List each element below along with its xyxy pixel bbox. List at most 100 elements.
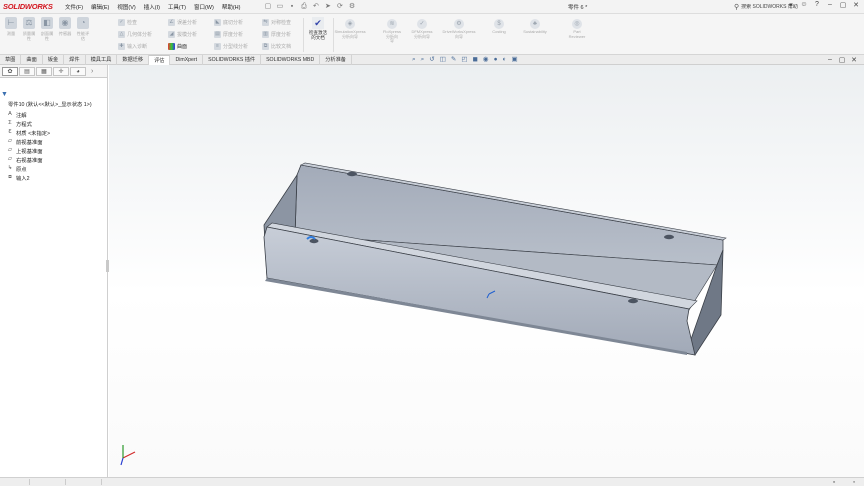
compare-documents-button[interactable]: ⧉ 比较文档: [262, 41, 291, 51]
dfmxpress-button[interactable]: ✓ DFMXpress 分析向导: [407, 19, 437, 39]
mounting-hole[interactable]: [628, 298, 638, 304]
tab-evaluate[interactable]: 评估: [149, 55, 171, 65]
tree-item-top-plane[interactable]: ▱ 上视基准面: [0, 146, 108, 155]
dynamic-annotation-icon[interactable]: ✎: [451, 56, 456, 64]
thickness-analysis-button[interactable]: ▤ 厚度分析: [214, 29, 248, 39]
import-diagnostics-button[interactable]: ✚ 输入诊断: [118, 41, 152, 51]
zoom-to-fit-icon[interactable]: ⌕: [412, 56, 416, 64]
viewport-restore-icon[interactable]: ▢: [838, 56, 846, 64]
check-active-document-button[interactable]: ✔ 检查激活 的文档: [305, 17, 331, 40]
dimxpert-manager-tab-icon[interactable]: ✛: [53, 67, 69, 76]
tab-dimxpert[interactable]: DimXpert: [170, 55, 204, 65]
edit-appearance-icon[interactable]: ●: [494, 56, 498, 64]
tab-data-migration[interactable]: 数据迁移: [117, 55, 150, 65]
undo-icon[interactable]: ↶: [311, 2, 320, 11]
deviation-analysis-button[interactable]: ∠ 误差分析: [168, 17, 197, 27]
sheet-metal-channel-model[interactable]: [109, 65, 864, 477]
menu-tools[interactable]: 工具(T): [167, 3, 187, 11]
mounting-hole[interactable]: [347, 171, 357, 177]
parting-line-analysis-button[interactable]: ≡ 分型线分析: [214, 41, 248, 51]
viewport-minimize-icon[interactable]: –: [826, 56, 834, 64]
configuration-manager-tab-icon[interactable]: ▦: [36, 67, 52, 76]
menu-view[interactable]: 视图(V): [116, 3, 136, 11]
tree-item-annotations[interactable]: A 注解: [0, 110, 108, 119]
tab-solidworks-addins[interactable]: SOLIDWORKS 插件: [203, 55, 262, 65]
graphics-area[interactable]: [109, 65, 864, 477]
tree-root-part[interactable]: 零件10 (默认<<默认>_显示状态 1>): [0, 101, 108, 110]
symmetry-check-button[interactable]: ⇋ 对称检查: [262, 17, 291, 27]
units-icon[interactable]: ▫: [830, 479, 838, 486]
sensor-button[interactable]: ◉ 传感器: [56, 17, 74, 41]
feature-manager-tab-icon[interactable]: ✿: [2, 67, 18, 76]
costing-button[interactable]: $ Costing: [484, 19, 514, 35]
performance-evaluation-button[interactable]: ◔ 性能评 估: [74, 17, 92, 41]
undercut-analysis-button[interactable]: ◣ 底切分析: [214, 17, 248, 27]
tab-analysis-preparation[interactable]: 分析准备: [320, 55, 352, 65]
property-manager-tab-icon[interactable]: ▤: [19, 67, 35, 76]
dfm-icon: ✓: [417, 19, 427, 29]
tab-weldments[interactable]: 焊件: [64, 55, 86, 65]
print-icon[interactable]: ⎙: [299, 2, 308, 11]
select-arrow-icon[interactable]: ➤: [323, 2, 332, 11]
floxpress-button[interactable]: ≋ FloXpress 分析向 导: [377, 19, 407, 44]
tree-item-imported-body[interactable]: ⧈ 输入2: [0, 173, 108, 182]
tab-sheet-metal[interactable]: 钣金: [43, 55, 65, 65]
previous-view-icon[interactable]: ↺: [429, 56, 434, 64]
scene-icon[interactable]: ◐: [503, 56, 507, 64]
simulationxpress-button[interactable]: ◈ SimulationXpress 分析向导: [334, 19, 366, 39]
menu-insert[interactable]: 插入(I): [143, 3, 161, 11]
help-icon[interactable]: ?: [813, 1, 821, 9]
user-icon[interactable]: ☺: [800, 1, 808, 9]
tree-item-material[interactable]: ℇ 材质 <未指定>: [0, 128, 108, 137]
tab-surfaces[interactable]: 曲面: [21, 55, 43, 65]
display-manager-tab-icon[interactable]: ◕: [70, 67, 86, 76]
save-icon[interactable]: ▪: [287, 2, 296, 11]
section-properties-button[interactable]: ◧ 剖面属 性: [38, 17, 56, 41]
analysis-column-2: ◣ 底切分析 ▤ 厚度分析 ≡ 分型线分析: [214, 17, 248, 51]
search-dropdown-icon[interactable]: ▾: [787, 1, 795, 9]
mounting-hole[interactable]: [309, 238, 319, 244]
part-reviewer-button[interactable]: ◎ Part Reviewer: [562, 19, 592, 39]
viewport-close-icon[interactable]: ✕: [850, 56, 858, 64]
menu-help[interactable]: 帮助(H): [221, 3, 242, 11]
new-file-icon[interactable]: ▢: [263, 2, 272, 11]
measure-button[interactable]: ⊢ 测量: [2, 17, 20, 41]
solidworks-logo[interactable]: SOLIDWORKS: [0, 2, 53, 11]
tree-item-right-plane[interactable]: ▱ 右视基准面: [0, 155, 108, 164]
tree-item-equations[interactable]: Σ 方程式: [0, 119, 108, 128]
tree-item-front-plane[interactable]: ▱ 前视基准面: [0, 137, 108, 146]
curvature-button[interactable]: 曲面: [168, 41, 197, 51]
tab-solidworks-mbd[interactable]: SOLIDWORKS MBD: [261, 55, 321, 65]
notification-icon[interactable]: ◦: [850, 479, 858, 486]
menu-window[interactable]: 窗口(W): [193, 3, 215, 11]
display-style-icon[interactable]: ◼: [473, 56, 478, 64]
tab-mold-tools[interactable]: 模具工具: [86, 55, 118, 65]
tab-sketch[interactable]: 草图: [0, 55, 22, 65]
hide-show-items-icon[interactable]: ◉: [483, 56, 489, 64]
driveworksxpress-button[interactable]: ⚙ DriveWorksXpress 向导: [442, 19, 476, 39]
view-settings-icon[interactable]: ▣: [511, 56, 517, 64]
thickness-analysis-2-button[interactable]: ▥ 厚度分析: [262, 29, 291, 39]
view-orientation-icon[interactable]: ◰: [461, 56, 467, 64]
mass-properties-button[interactable]: ⚖ 质量属 性: [20, 17, 38, 41]
filter-icon[interactable]: ▼: [1, 91, 8, 98]
viewport-controls: – ▢ ✕: [826, 56, 858, 64]
menu-edit[interactable]: 编辑(E): [90, 3, 110, 11]
menu-file[interactable]: 文件(F): [64, 3, 84, 11]
zoom-to-area-icon[interactable]: ⌕: [421, 56, 425, 64]
open-folder-icon[interactable]: ▭: [275, 2, 284, 11]
tree-item-origin[interactable]: ↳ 原点: [0, 164, 108, 173]
check-button[interactable]: ✓ 检查: [118, 17, 152, 27]
draft-analysis-button[interactable]: ◢ 拔模分析: [168, 29, 197, 39]
geometry-analysis-button[interactable]: △ 几何体分析: [118, 29, 152, 39]
sustainability-button[interactable]: ♣ Sustainability: [520, 19, 550, 35]
rebuild-icon[interactable]: ⟳: [335, 2, 344, 11]
minimize-icon[interactable]: –: [826, 1, 834, 9]
search-icon[interactable]: ⚲: [734, 3, 739, 11]
mounting-hole[interactable]: [664, 234, 674, 240]
manager-tabs-arrow-icon[interactable]: ›: [91, 67, 93, 75]
maximize-icon[interactable]: ▢: [839, 1, 847, 9]
close-icon[interactable]: ✕: [852, 1, 860, 9]
section-view-icon[interactable]: ◫: [440, 56, 446, 64]
options-gear-icon[interactable]: ⚙: [347, 2, 356, 11]
